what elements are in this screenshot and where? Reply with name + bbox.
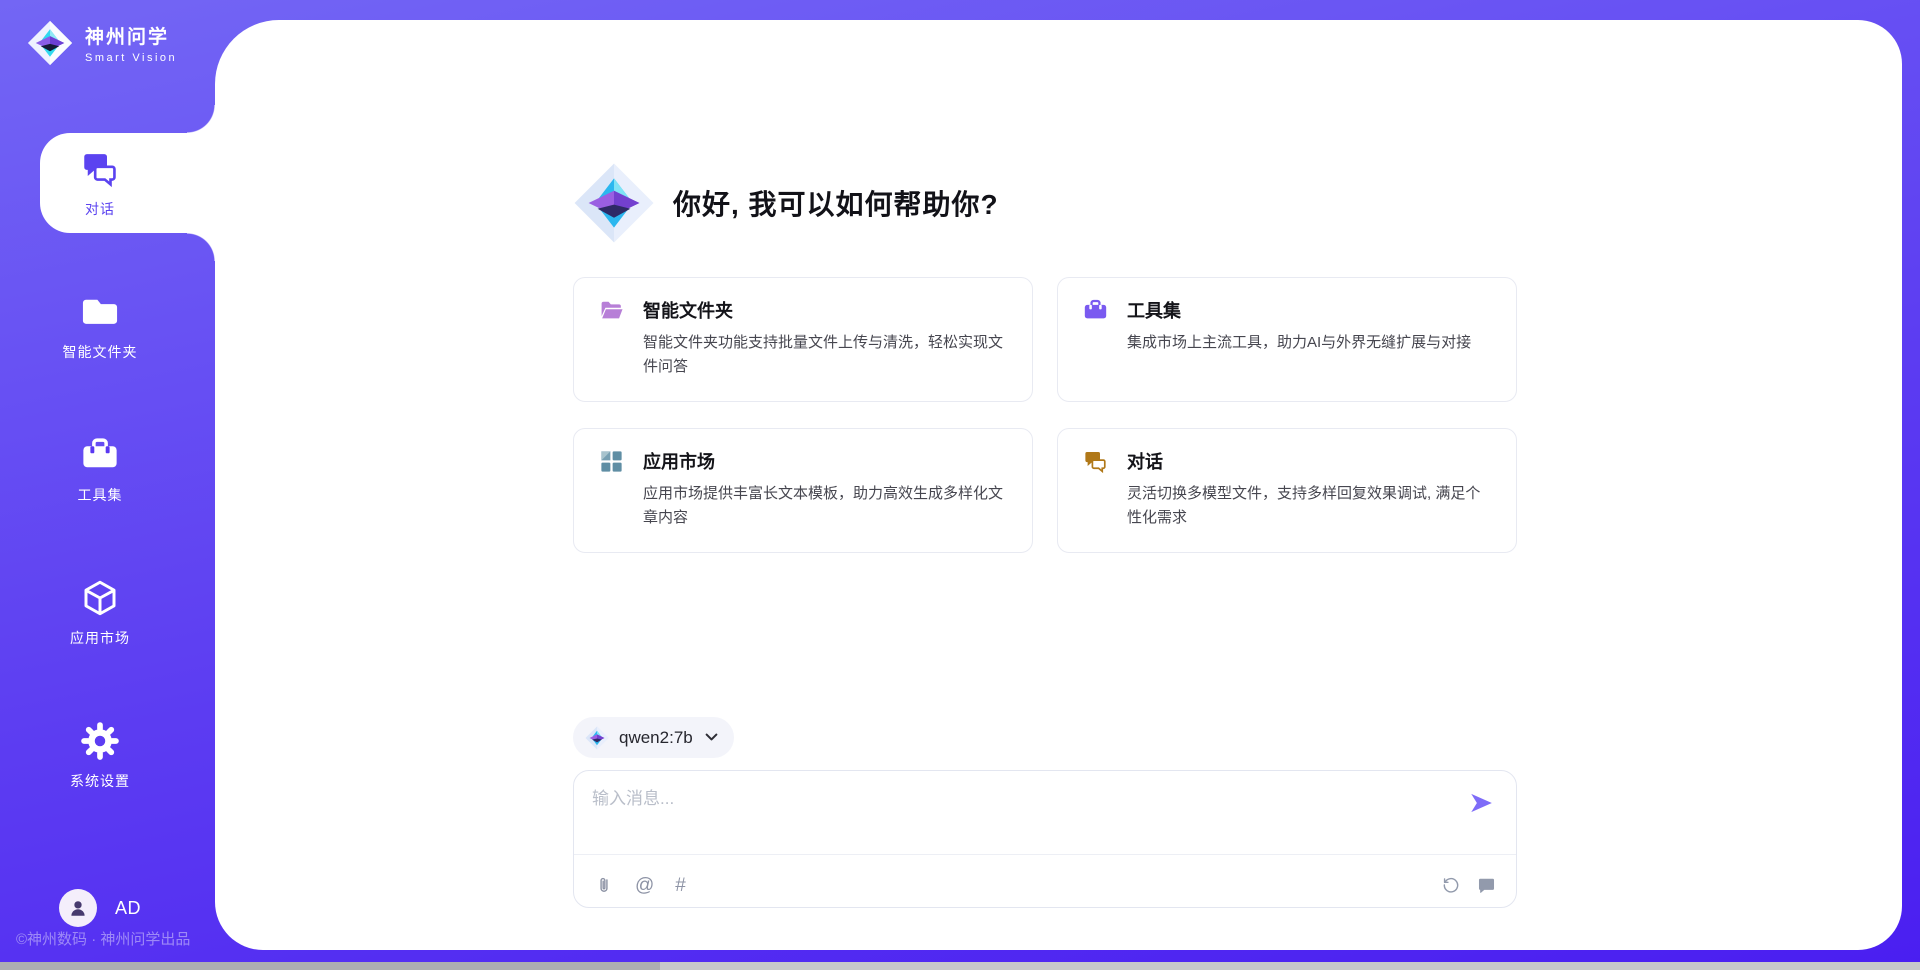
- mention-button[interactable]: @: [635, 876, 654, 895]
- model-selector[interactable]: qwen2:7b: [573, 717, 734, 758]
- composer-divider: [574, 854, 1516, 855]
- sidebar-item-label: 智能文件夹: [63, 342, 138, 362]
- sidebar-item-label: 工具集: [78, 485, 123, 505]
- user-label: AD: [115, 898, 141, 919]
- card-toolset[interactable]: 工具集 集成市场上主流工具，助力AI与外界无缝扩展与对接: [1057, 277, 1517, 402]
- card-chat[interactable]: 对话 灵活切换多模型文件，支持多样回复效果调试, 满足个性化需求: [1057, 428, 1517, 553]
- sidebar-item-chat[interactable]: 对话: [40, 133, 215, 233]
- history-icon: [1441, 875, 1461, 895]
- card-title: 工具集: [1127, 297, 1494, 323]
- greeting-title: 你好, 我可以如何帮助你?: [673, 183, 999, 223]
- toolbox-icon: [79, 434, 121, 476]
- paperclip-icon: [594, 875, 614, 895]
- apps-grid-icon: [598, 448, 625, 475]
- hashtag-button[interactable]: #: [675, 876, 686, 895]
- brand-logo[interactable]: 神州问学 Smart Vision: [27, 20, 177, 66]
- folder-open-icon: [598, 297, 625, 324]
- chat-bubbles-icon: [1082, 448, 1109, 475]
- at-icon: @: [635, 876, 654, 895]
- card-app-market[interactable]: 应用市场 应用市场提供丰富长文本模板，助力高效生成多样化文章内容: [573, 428, 1033, 553]
- scrollbar-thumb[interactable]: [0, 962, 660, 970]
- card-title: 应用市场: [643, 448, 1010, 474]
- send-button[interactable]: [1468, 790, 1494, 816]
- chevron-down-icon: [705, 733, 718, 742]
- chat-history-button[interactable]: [1477, 876, 1496, 895]
- sidebar-item-label: 应用市场: [70, 628, 130, 648]
- chat-bubbles-icon: [79, 148, 121, 190]
- message-input[interactable]: [592, 784, 1432, 846]
- cube-icon: [79, 577, 121, 619]
- greeting-gem-icon: [573, 160, 655, 246]
- user-menu[interactable]: AD: [59, 889, 141, 927]
- sidebar: 神州问学 Smart Vision 对话 智能文件夹: [0, 0, 215, 962]
- card-description: 应用市场提供丰富长文本模板，助力高效生成多样化文章内容: [643, 482, 1010, 531]
- horizontal-scrollbar[interactable]: [0, 962, 1920, 970]
- message-composer: @ #: [573, 770, 1517, 908]
- card-description: 集成市场上主流工具，助力AI与外界无缝扩展与对接: [1127, 331, 1494, 355]
- sidebar-item-label: 系统设置: [70, 771, 130, 791]
- brand-gem-icon: [27, 20, 73, 66]
- sidebar-footer: ©神州数码 · 神州问学出品: [16, 928, 190, 949]
- greeting: 你好, 我可以如何帮助你?: [573, 160, 999, 246]
- app-root: 神州问学 Smart Vision 对话 智能文件夹: [0, 0, 1920, 970]
- history-button[interactable]: [1441, 875, 1461, 895]
- content: 你好, 我可以如何帮助你? 智能文件夹 智能文件夹功能支持批量文件上传与清洗，轻…: [573, 0, 1517, 970]
- model-name: qwen2:7b: [619, 728, 693, 748]
- send-icon: [1468, 790, 1494, 816]
- hash-icon: #: [675, 876, 686, 895]
- chat-bubble-icon: [1477, 876, 1496, 895]
- brand-name: 神州问学: [85, 22, 177, 49]
- sidebar-item-toolset[interactable]: 工具集: [0, 419, 215, 519]
- feature-cards: 智能文件夹 智能文件夹功能支持批量文件上传与清洗，轻松实现文件问答 工具集 集成…: [573, 277, 1517, 553]
- sidebar-item-label: 对话: [85, 199, 115, 219]
- sidebar-item-settings[interactable]: 系统设置: [0, 705, 215, 805]
- gear-icon: [79, 720, 121, 762]
- model-gem-icon: [585, 726, 609, 750]
- card-title: 对话: [1127, 448, 1494, 474]
- composer-tools-right: [1441, 875, 1496, 895]
- card-description: 灵活切换多模型文件，支持多样回复效果调试, 满足个性化需求: [1127, 482, 1494, 531]
- card-smart-folder[interactable]: 智能文件夹 智能文件夹功能支持批量文件上传与清洗，轻松实现文件问答: [573, 277, 1033, 402]
- card-description: 智能文件夹功能支持批量文件上传与清洗，轻松实现文件问答: [643, 331, 1010, 380]
- avatar: [59, 889, 97, 927]
- composer-tools-left: @ #: [594, 875, 686, 895]
- sidebar-item-smart-folder[interactable]: 智能文件夹: [0, 276, 215, 376]
- attach-button[interactable]: [594, 875, 614, 895]
- sidebar-nav: 对话 智能文件夹 工具集: [0, 133, 215, 848]
- sidebar-item-app-market[interactable]: 应用市场: [0, 562, 215, 662]
- toolbox-icon: [1082, 297, 1109, 324]
- card-title: 智能文件夹: [643, 297, 1010, 323]
- brand-subtitle: Smart Vision: [85, 52, 177, 64]
- person-icon: [67, 897, 89, 919]
- brand-text: 神州问学 Smart Vision: [85, 22, 177, 64]
- folder-icon: [79, 291, 121, 333]
